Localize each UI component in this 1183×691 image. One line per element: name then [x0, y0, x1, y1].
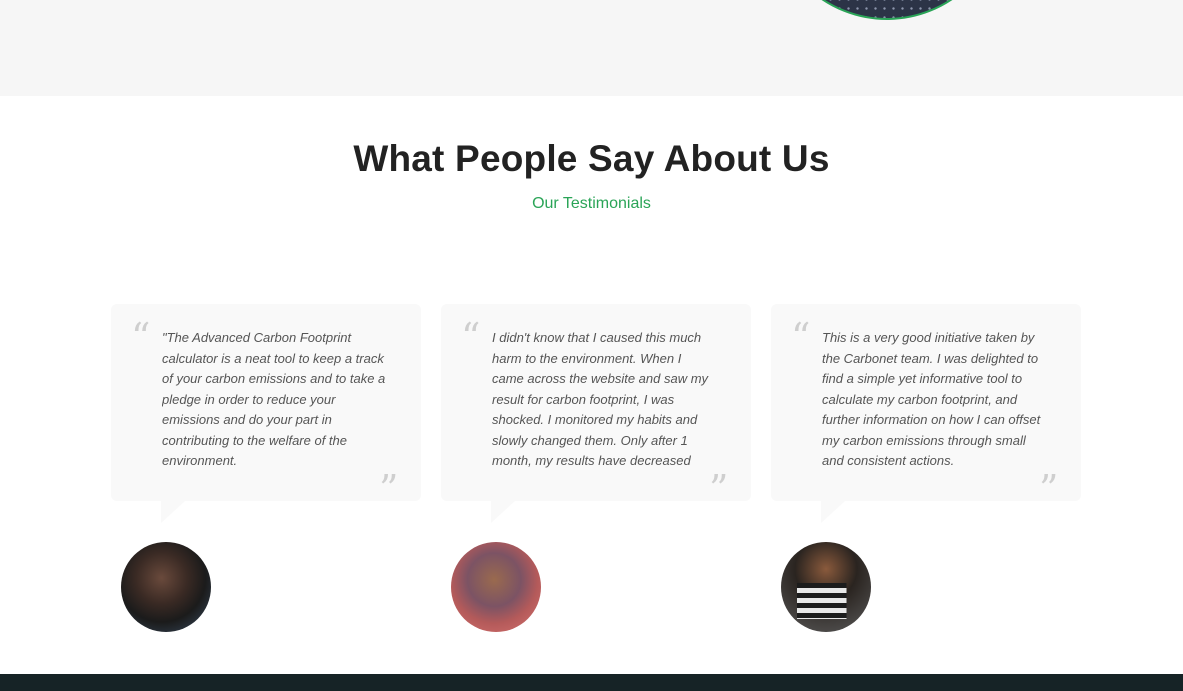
open-quote-icon: “ [791, 315, 811, 359]
testimonial-text: This is a very good initiative taken by … [822, 330, 1041, 468]
testimonial-card: “ I didn't know that I caused this much … [441, 304, 751, 523]
testimonial-avatar [121, 542, 211, 632]
close-quote-icon: ” [1039, 467, 1059, 511]
speech-bubble-tail [161, 501, 185, 523]
testimonial-text: I didn't know that I caused this much ha… [492, 330, 709, 468]
section-title: What People Say About Us [353, 138, 830, 179]
testimonial-avatar [781, 542, 871, 632]
testimonial-text: "The Advanced Carbon Footprint calculato… [162, 330, 386, 468]
footer [0, 674, 1183, 691]
section-subtitle: Our Testimonials [532, 195, 651, 212]
open-quote-icon: “ [131, 315, 151, 359]
testimonial-avatar [451, 542, 541, 632]
testimonial-card: “ This is a very good initiative taken b… [771, 304, 1081, 523]
open-quote-icon: “ [461, 315, 481, 359]
close-quote-icon: ” [709, 467, 729, 511]
previous-section-band [0, 0, 1183, 96]
speech-bubble-tail [821, 501, 845, 523]
team-member-photo [770, 0, 1004, 20]
close-quote-icon: ” [379, 467, 399, 511]
testimonial-card: “ "The Advanced Carbon Footprint calcula… [111, 304, 421, 523]
speech-bubble-tail [491, 501, 515, 523]
